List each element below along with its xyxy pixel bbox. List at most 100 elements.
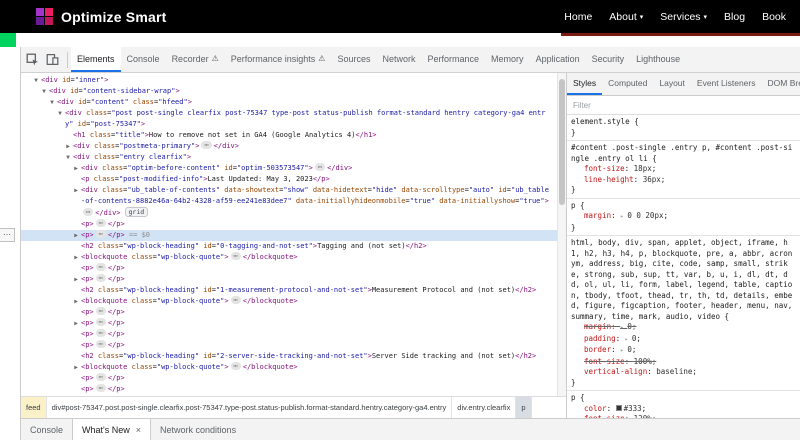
nav-item-book[interactable]: Book (762, 11, 786, 23)
dom-tree-row[interactable]: ▼<div class="entry clearfix"> (21, 152, 566, 163)
drawer-tab-network-conditions[interactable]: Network conditions (151, 419, 245, 440)
expand-arrow-down-icon[interactable]: ▼ (64, 152, 72, 163)
sidebar-tab-layout[interactable]: Layout (653, 73, 691, 95)
brand[interactable]: Optimize Smart (36, 8, 167, 25)
dom-tree-row[interactable]: ▼<div id="content" class="hfeed"> (21, 97, 566, 108)
dom-tree-row[interactable]: ▶<p>⋯</p> == $0 (21, 230, 566, 241)
inline-expand-button[interactable]: ⋯ (315, 163, 325, 171)
css-selector[interactable]: p { (571, 393, 796, 404)
sidebar-tab-event-listeners[interactable]: Event Listeners (691, 73, 762, 95)
css-property[interactable]: border: ▸ 0; (571, 345, 796, 357)
css-property[interactable]: margin: ▸ 0 0 20px; (571, 211, 796, 223)
dom-tree-row[interactable]: <p>⋯</p> (21, 373, 566, 384)
breadcrumb-item[interactable]: div.entry.clearfix (452, 397, 516, 418)
expand-arrow-right-icon[interactable]: ▶ (72, 163, 80, 174)
css-property[interactable]: padding: ▸ 0; (571, 334, 796, 346)
inspect-element-icon[interactable] (26, 53, 39, 66)
dom-tree-row[interactable]: <p>⋯</p> (21, 219, 566, 230)
close-icon[interactable]: × (136, 425, 141, 435)
expand-arrow-right-icon[interactable]: ▶ (72, 185, 80, 196)
inline-expand-button[interactable]: ⋯ (96, 230, 106, 238)
inline-expand-button[interactable]: ⋯ (96, 384, 106, 392)
device-toolbar-icon[interactable] (46, 53, 59, 66)
dom-tree-row[interactable]: ▶<p>⋯</p> (21, 318, 566, 329)
dom-tree-row[interactable]: ▶<div class="ub_table-of-contents" data-… (21, 185, 566, 219)
expand-arrow-right-icon[interactable]: ▶ (64, 141, 72, 152)
css-selector[interactable]: html, body, div, span, applet, object, i… (571, 238, 796, 322)
scrollbar-thumb[interactable] (559, 79, 565, 205)
devtools-tab-network[interactable]: Network (377, 47, 422, 72)
sidebar-tab-styles[interactable]: Styles (567, 73, 602, 95)
sidebar-tab-dom-breakpoints[interactable]: DOM Breakpoints (762, 73, 800, 95)
expand-arrow-right-icon[interactable]: ▶ (72, 318, 80, 329)
sidebar-tab-computed[interactable]: Computed (602, 73, 653, 95)
expand-arrow-down-icon[interactable]: ▼ (48, 97, 56, 108)
inline-expand-button[interactable]: ⋯ (96, 263, 106, 271)
devtools-tab-memory[interactable]: Memory (485, 47, 530, 72)
breadcrumb-item[interactable]: div#post-75347.post.post-single.clearfix… (47, 397, 453, 418)
inline-expand-button[interactable]: ⋯ (83, 208, 93, 216)
css-property[interactable]: font-size: 18px; (571, 164, 796, 175)
dom-tree-row[interactable]: <p>⋯</p> (21, 384, 566, 395)
inline-expand-button[interactable]: ⋯ (96, 340, 106, 348)
dom-tree-row[interactable]: <p>⋯</p> (21, 340, 566, 351)
css-property[interactable]: vertical-align: baseline; (571, 367, 796, 378)
inline-expand-button[interactable]: ⋯ (231, 296, 241, 304)
expand-arrow-right-icon[interactable]: ▶ (72, 252, 80, 263)
inline-expand-button[interactable]: ⋯ (96, 307, 106, 315)
elements-scrollbar[interactable] (557, 73, 566, 396)
inline-expand-button[interactable]: ⋯ (231, 362, 241, 370)
dom-tree-row[interactable]: ▼<div class="post post-single clearfix p… (21, 108, 566, 130)
inline-expand-button[interactable]: ⋯ (96, 373, 106, 381)
nav-item-about[interactable]: About▾ (609, 11, 643, 23)
css-property[interactable]: line-height: 36px; (571, 175, 796, 186)
inline-expand-button[interactable]: ⋯ (96, 274, 106, 282)
grid-badge[interactable]: grid (125, 207, 149, 217)
devtools-tab-lighthouse[interactable]: Lighthouse (630, 47, 686, 72)
nav-item-services[interactable]: Services▾ (660, 11, 707, 23)
dom-tree-row[interactable]: <p>⋯</p> (21, 307, 566, 318)
dom-tree-row[interactable]: <h1 class="title">How to remove not set … (21, 130, 566, 141)
css-selector[interactable]: element.style { (571, 117, 796, 128)
drawer-tab-console[interactable]: Console (21, 419, 72, 440)
devtools-tab-elements[interactable]: Elements (71, 47, 121, 72)
dom-tree-row[interactable]: <p>⋯</p> (21, 329, 566, 340)
devtools-tab-sources[interactable]: Sources (331, 47, 376, 72)
dom-tree-row[interactable]: ▶<blockquote class="wp-block-quote">⋯</b… (21, 296, 566, 307)
dom-tree-row[interactable]: ▶<p>⋯</p> (21, 274, 566, 285)
dom-tree-row[interactable]: <h2 class="wp-block-heading" id="0-taggi… (21, 241, 566, 252)
dom-tree-row[interactable]: <p>⋯</p> (21, 263, 566, 274)
dom-tree-row[interactable]: ▼<div id="inner"> (21, 75, 566, 86)
devtools-tab-application[interactable]: Application (530, 47, 586, 72)
css-property[interactable]: color: #333; (571, 404, 796, 415)
expand-arrow-right-icon[interactable]: ▶ (72, 296, 80, 307)
drawer-tab-what-s-new[interactable]: What's New× (72, 419, 151, 440)
dom-tree-row[interactable]: ▶<div class="postmeta-primary">⋯</div> (21, 141, 566, 152)
breadcrumb-item[interactable]: p (516, 397, 531, 418)
css-selector[interactable]: p { (571, 201, 796, 212)
styles-filter-bar[interactable]: Filter (567, 96, 800, 115)
expand-arrow-right-icon[interactable]: ▶ (72, 362, 80, 373)
inline-expand-button[interactable]: ⋯ (231, 252, 241, 260)
dom-tree-row[interactable]: <p class="post-modified-info">Last Updat… (21, 174, 566, 185)
devtools-tab-recorder[interactable]: Recorder⚠ (166, 47, 225, 72)
devtools-tab-security[interactable]: Security (586, 47, 631, 72)
dom-tree-row[interactable]: ▼<div id="content-sidebar-wrap"> (21, 86, 566, 97)
devtools-tab-console[interactable]: Console (121, 47, 166, 72)
page-overflow-handle[interactable]: ⋯ (0, 228, 15, 242)
nav-item-home[interactable]: Home (564, 11, 592, 23)
dom-tree-row[interactable]: ▶<blockquote class="wp-block-quote">⋯</b… (21, 362, 566, 373)
inline-expand-button[interactable]: ⋯ (96, 219, 106, 227)
breadcrumb-item[interactable]: feed (21, 397, 47, 418)
inline-expand-button[interactable]: ⋯ (96, 329, 106, 337)
shorthand-expand-icon[interactable]: ▸ (625, 336, 632, 343)
expand-arrow-right-icon[interactable]: ▶ (72, 230, 80, 241)
css-property[interactable]: font-size: 100%; (571, 357, 796, 368)
dom-tree-row[interactable]: <h2 class="wp-block-heading" id="1-measu… (21, 285, 566, 296)
css-selector[interactable]: #content .post-single .entry p, #content… (571, 143, 796, 164)
expand-arrow-down-icon[interactable]: ▼ (40, 86, 48, 97)
expand-arrow-down-icon[interactable]: ▼ (56, 108, 64, 119)
inline-expand-button[interactable]: ⋯ (96, 318, 106, 326)
expand-arrow-right-icon[interactable]: ▶ (72, 274, 80, 285)
nav-item-blog[interactable]: Blog (724, 11, 745, 23)
